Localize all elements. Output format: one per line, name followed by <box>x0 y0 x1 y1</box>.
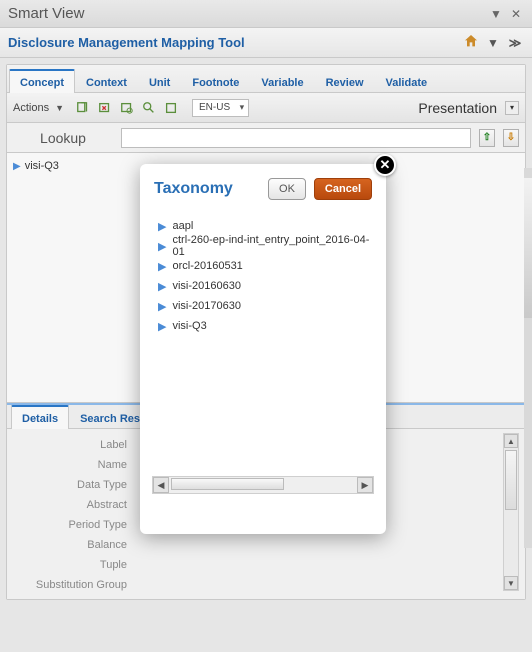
search-icon[interactable] <box>140 99 158 117</box>
scroll-right-icon[interactable]: ▶ <box>357 477 373 493</box>
taxonomy-tree: ▶aapl ▶ctrl-260-ep-ind-int_entry_point_2… <box>154 212 372 336</box>
actions-toolbar: Actions ▼ EN-US Presentation ▾ <box>7 93 525 123</box>
arrow-down-icon: ⇩ <box>507 132 515 143</box>
expand-icon[interactable]: ▶ <box>158 240 166 253</box>
detail-label: Substitution Group <box>13 579 133 591</box>
tab-footnote[interactable]: Footnote <box>181 70 250 93</box>
pane-title: Smart View <box>8 5 84 22</box>
expand-icon[interactable]: ▶ <box>158 300 166 313</box>
detail-label: Balance <box>13 539 133 551</box>
cancel-button[interactable]: Cancel <box>314 178 372 200</box>
ok-button[interactable]: OK <box>268 178 306 200</box>
detail-label: Tuple <box>13 559 133 571</box>
actions-menu[interactable]: Actions <box>13 102 49 114</box>
taxonomy-dialog: ✕ Taxonomy OK Cancel ▶aapl ▶ctrl-260-ep-… <box>140 164 386 534</box>
dialog-title: Taxonomy <box>154 180 260 198</box>
dialog-close-button[interactable]: ✕ <box>374 154 396 176</box>
dropdown-icon[interactable]: ▼ <box>488 7 504 21</box>
lookup-row: Lookup ⇧ ⇩ <box>7 123 525 153</box>
dialog-hscrollbar[interactable]: ◀ ▶ <box>152 476 374 494</box>
scroll-thumb[interactable] <box>505 450 517 510</box>
taxonomy-item[interactable]: ▶aapl <box>158 216 372 236</box>
scroll-up-icon[interactable]: ▲ <box>504 434 518 448</box>
taxonomy-item[interactable]: ▶visi-20170630 <box>158 296 372 316</box>
scroll-thumb[interactable] <box>524 178 532 318</box>
tool-icon-2[interactable] <box>96 99 114 117</box>
expand-icon[interactable]: ▶ <box>13 161 21 172</box>
detail-label: Abstract <box>13 499 133 511</box>
close-icon: ✕ <box>380 157 391 173</box>
page-scrollbar[interactable] <box>524 168 532 548</box>
lookup-down-button[interactable]: ⇩ <box>503 129 519 147</box>
tool-icon-1[interactable] <box>74 99 92 117</box>
expand-icon[interactable]: ▶ <box>158 320 166 333</box>
language-select[interactable]: EN-US <box>192 99 249 117</box>
tool-icon-3[interactable] <box>118 99 136 117</box>
tree-node-label: visi-Q3 <box>25 160 59 172</box>
tab-concept[interactable]: Concept <box>9 69 75 93</box>
pane-header: Smart View ▼ ✕ <box>0 0 532 28</box>
tab-details[interactable]: Details <box>11 405 69 429</box>
expand-icon[interactable]: ▶ <box>158 280 166 293</box>
tool-title: Disclosure Management Mapping Tool <box>8 35 245 50</box>
lookup-input[interactable] <box>121 128 471 148</box>
expand-icon[interactable]: ▶ <box>158 220 166 233</box>
scroll-left-icon[interactable]: ◀ <box>153 477 169 493</box>
detail-row: Substitution Group <box>13 575 519 595</box>
detail-label: Name <box>13 459 133 471</box>
lookup-label: Lookup <box>13 130 113 146</box>
actions-caret-icon[interactable]: ▼ <box>55 103 64 113</box>
scroll-thumb[interactable] <box>171 478 284 490</box>
taxonomy-item[interactable]: ▶visi-20160630 <box>158 276 372 296</box>
presentation-dropdown-icon[interactable]: ▾ <box>505 101 519 115</box>
detail-row: Balance <box>13 535 519 555</box>
toolbar-dropdown-icon[interactable]: ▼ <box>484 36 502 50</box>
language-value: EN-US <box>199 102 230 113</box>
close-icon[interactable]: ✕ <box>508 7 524 21</box>
tool-icon-5[interactable] <box>162 99 180 117</box>
more-icon[interactable]: ≫ <box>506 36 524 50</box>
scroll-down-icon[interactable]: ▼ <box>504 576 518 590</box>
detail-label: Period Type <box>13 519 133 531</box>
home-icon[interactable] <box>462 33 480 52</box>
tool-title-bar: Disclosure Management Mapping Tool ▼ ≫ <box>0 28 532 58</box>
taxonomy-item[interactable]: ▶orcl-20160531 <box>158 256 372 276</box>
detail-label: Data Type <box>13 479 133 491</box>
tab-validate[interactable]: Validate <box>375 70 439 93</box>
detail-label: Label <box>13 439 133 451</box>
expand-icon[interactable]: ▶ <box>158 260 166 273</box>
taxonomy-item[interactable]: ▶visi-Q3 <box>158 316 372 336</box>
tab-unit[interactable]: Unit <box>138 70 181 93</box>
top-tabs: Concept Context Unit Footnote Variable R… <box>7 65 525 93</box>
tab-review[interactable]: Review <box>315 70 375 93</box>
lookup-up-button[interactable]: ⇧ <box>479 129 495 147</box>
taxonomy-item[interactable]: ▶ctrl-260-ep-ind-int_entry_point_2016-04… <box>158 236 372 256</box>
detail-row: Tuple <box>13 555 519 575</box>
details-scrollbar[interactable]: ▲ ▼ <box>503 433 519 591</box>
tab-variable[interactable]: Variable <box>250 70 314 93</box>
arrow-up-icon: ⇧ <box>483 132 491 143</box>
tab-context[interactable]: Context <box>75 70 138 93</box>
presentation-label: Presentation <box>418 100 497 116</box>
